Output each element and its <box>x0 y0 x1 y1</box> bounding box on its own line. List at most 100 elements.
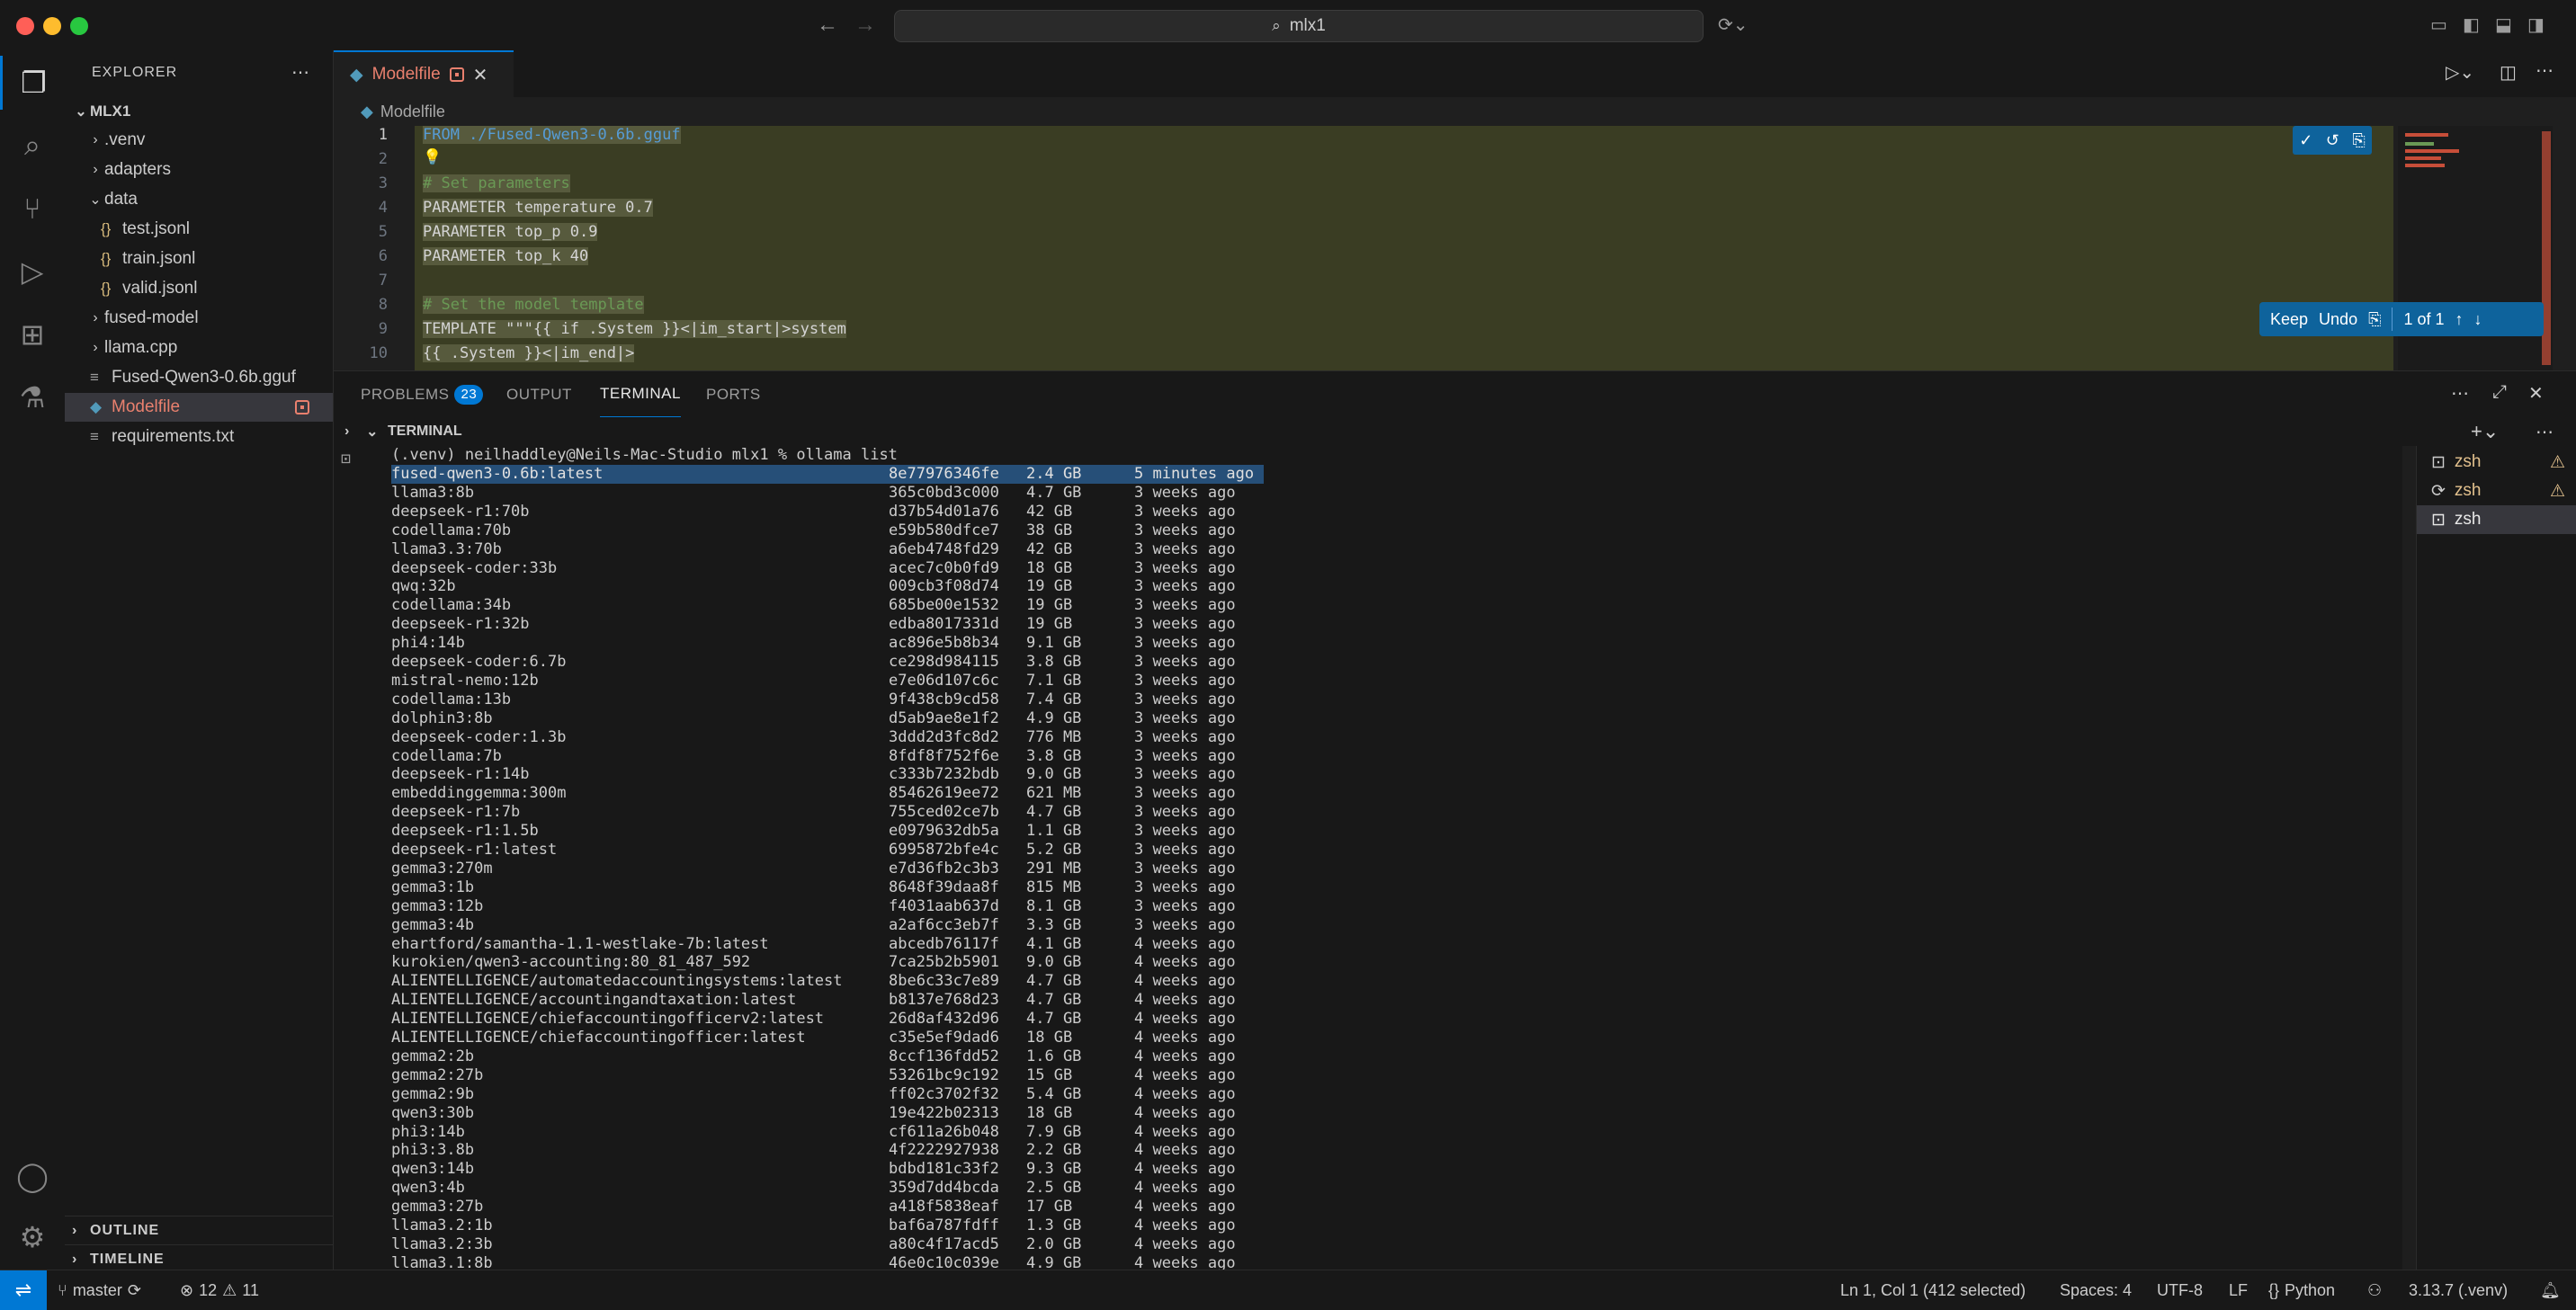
close-panel-icon[interactable]: ✕ <box>2528 382 2544 405</box>
tree-item-llama-cpp[interactable]: › llama.cpp <box>65 334 333 362</box>
layout-icon[interactable]: ▭ <box>2430 11 2447 40</box>
language-mode[interactable]: {} Python <box>2268 1270 2335 1310</box>
run-debug-icon[interactable]: ▷ <box>0 245 65 299</box>
workspace-root[interactable]: ⌄ MLX1 <box>65 97 333 126</box>
testing-icon[interactable]: ⚗ <box>0 370 65 424</box>
search-icon[interactable]: ⌕ <box>0 119 65 173</box>
minimize-window-button[interactable] <box>43 17 61 35</box>
view-diff-icon[interactable]: ⎘ <box>2352 131 2365 150</box>
forward-arrow-icon[interactable]: → <box>854 11 876 40</box>
breadcrumb[interactable]: ◆ Modelfile <box>334 97 2576 126</box>
undo-icon[interactable]: ↺ <box>2326 131 2339 150</box>
model-modified: 3 weeks ago <box>1134 634 1236 653</box>
keep-button[interactable]: Keep <box>2270 310 2308 329</box>
table-row: gemma2:27b 53261bc9c192 15 GB 4 weeks ago <box>391 1066 1291 1085</box>
accept-check-icon[interactable]: ✓ <box>2299 131 2312 150</box>
more-actions-icon[interactable]: ⋯ <box>2451 382 2469 405</box>
branch-indicator[interactable]: ⑂ master ⟳ <box>58 1270 141 1310</box>
source-control-icon[interactable]: ⑂ <box>0 182 65 236</box>
model-id: 46e0c10c039e <box>889 1253 999 1270</box>
more-actions-icon[interactable]: ⋯ <box>2536 421 2554 443</box>
more-actions-icon[interactable]: ⋯ <box>291 61 309 84</box>
maximize-panel-icon[interactable]: ⤢ <box>2492 382 2507 403</box>
close-tab-icon[interactable]: ✕ <box>473 64 488 86</box>
tree-item-test-jsonl[interactable]: {} test.jsonl <box>65 215 333 244</box>
tree-item-data[interactable]: ⌄ data <box>65 185 333 214</box>
table-row: llama3.1:8b 46e0c10c039e 4.9 GB 4 weeks ago <box>391 1254 1291 1270</box>
tab-output[interactable]: OUTPUT <box>506 371 572 418</box>
tree-item-venv[interactable]: › .venv <box>65 126 333 155</box>
table-row: codellama:7b 8fdf8f752f6e 3.8 GB 3 weeks ag… <box>391 747 1291 766</box>
tree-item-fused-model[interactable]: › fused-model <box>65 304 333 333</box>
code-editor[interactable]: 1 FROM ./Fused-Qwen3-0.6b.gguf 2 💡 3 # S… <box>334 126 2576 370</box>
tree-item-valid-jsonl[interactable]: {} valid.jsonl <box>65 274 333 303</box>
end-of-line[interactable]: LF <box>2229 1270 2248 1310</box>
model-id: 685be00e1532 <box>889 596 999 615</box>
tree-item-label: Fused-Qwen3-0.6b.gguf <box>112 368 296 387</box>
model-id: 53261bc9c192 <box>889 1065 999 1084</box>
terminal-section-header[interactable]: › ⌄ TERMINAL +⌄ ⋯ <box>334 417 2576 446</box>
split-editor-icon[interactable]: ◫ <box>2500 61 2517 84</box>
model-name: deepseek-r1:7b <box>391 803 521 822</box>
lightbulb-icon[interactable]: 💡 <box>423 148 442 166</box>
explorer-icon[interactable]: ❐ <box>0 56 65 110</box>
toggle-panel-icon[interactable]: ⬓ <box>2495 11 2512 40</box>
code-line: PARAMETER top_k 40 <box>423 247 589 265</box>
model-size: 291 MB <box>1026 859 1082 878</box>
arrow-up-icon[interactable]: ↑ <box>2455 310 2464 329</box>
close-window-button[interactable] <box>16 17 34 35</box>
command-center-search[interactable]: ⌕ mlx1 <box>894 10 1704 42</box>
view-diff-icon[interactable]: ⎘ <box>2368 310 2381 329</box>
terminal-instance[interactable]: ⟳ zsh ⚠ <box>2417 477 2576 505</box>
undo-button[interactable]: Undo <box>2319 310 2357 329</box>
tab-ports[interactable]: PORTS <box>706 371 761 418</box>
more-actions-icon[interactable]: ⋯ <box>2536 59 2554 82</box>
arrow-down-icon[interactable]: ↓ <box>2474 310 2482 329</box>
remote-indicator-icon[interactable]: ⇌ <box>0 1270 47 1310</box>
tab-terminal[interactable]: TERMINAL <box>600 371 681 418</box>
line-number: 6 <box>378 247 388 265</box>
terminal-icon: ⊡ <box>2431 510 2446 530</box>
terminal-instance[interactable]: ⊡ zsh ⚠ <box>2417 448 2576 477</box>
table-row: phi4:14b ac896e5b8b34 9.1 GB 3 weeks ago <box>391 634 1291 653</box>
maximize-window-button[interactable] <box>70 17 88 35</box>
model-size: 9.1 GB <box>1026 634 1082 653</box>
model-id: a418f5838eaf <box>889 1198 999 1216</box>
outline-section[interactable]: › OUTLINE <box>65 1216 333 1244</box>
toggle-secondary-sidebar-icon[interactable]: ◨ <box>2527 11 2545 40</box>
tab-modelfile[interactable]: ◆ Modelfile ✕ <box>334 50 514 97</box>
tab-problems[interactable]: PROBLEMS 23 <box>361 371 484 418</box>
tree-item-requirements[interactable]: ≡ requirements.txt <box>65 423 333 451</box>
copilot-icon[interactable]: ⟳⌄ <box>1718 11 1749 40</box>
indentation[interactable]: Spaces: 4 <box>2060 1270 2132 1310</box>
model-name: deepseek-coder:6.7b <box>391 653 567 671</box>
copilot-status-icon[interactable]: ⚇ <box>2367 1270 2382 1310</box>
tree-item-modelfile[interactable]: ◆ Modelfile <box>65 393 333 422</box>
encoding[interactable]: UTF-8 <box>2157 1270 2203 1310</box>
model-id: e7e06d107c6c <box>889 671 999 690</box>
problems-indicator[interactable]: ⊗ 12 ⚠ 11 <box>180 1270 259 1310</box>
extensions-icon[interactable]: ⊞ <box>0 307 65 361</box>
model-id: a80c4f17acd5 <box>889 1234 999 1253</box>
cursor-position[interactable]: Ln 1, Col 1 (412 selected) <box>1840 1270 2026 1310</box>
tree-item-adapters[interactable]: › adapters <box>65 156 333 184</box>
model-size: 4.7 GB <box>1026 1010 1082 1029</box>
run-icon[interactable]: ▷⌄ <box>2446 61 2474 84</box>
account-icon[interactable]: ◯ <box>0 1149 65 1203</box>
back-arrow-icon[interactable]: ← <box>817 11 838 40</box>
new-terminal-icon[interactable]: +⌄ <box>2471 420 2499 443</box>
gear-icon[interactable]: ⚙ <box>0 1210 65 1264</box>
python-interpreter[interactable]: 3.13.7 (.venv) <box>2409 1270 2508 1310</box>
tree-item-label: adapters <box>104 160 171 179</box>
toggle-sidebar-icon[interactable]: ◧ <box>2463 11 2480 40</box>
model-id: 4f2222927938 <box>889 1141 999 1160</box>
tree-item-gguf[interactable]: ≡ Fused-Qwen3-0.6b.gguf <box>65 363 333 392</box>
model-name: codellama:13b <box>391 690 512 708</box>
terminal-instance[interactable]: ⊡ zsh <box>2417 505 2576 534</box>
notifications-bell-icon[interactable]: 🔔︎ <box>2540 1270 2561 1310</box>
inline-chat-actions[interactable]: ✓ ↺ ⎘ <box>2293 126 2372 155</box>
line-number: 8 <box>378 296 388 314</box>
terminal-output[interactable]: ⊡ (.venv) neilhaddley@Neils-Mac-Studio m… <box>334 446 2402 1270</box>
chevron-right-icon[interactable]: › <box>344 423 366 440</box>
tree-item-train-jsonl[interactable]: {} train.jsonl <box>65 245 333 273</box>
